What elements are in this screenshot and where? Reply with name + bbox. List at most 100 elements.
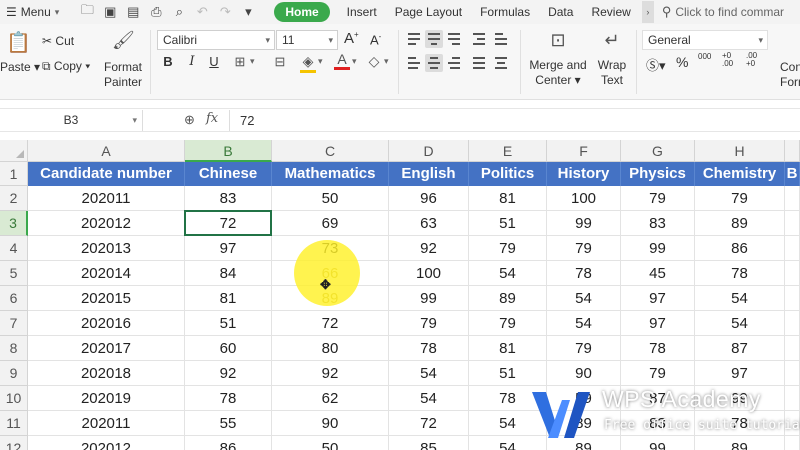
table-cell[interactable]: 90 <box>272 411 389 436</box>
increase-decimal-button[interactable]: +0.00 <box>722 52 733 68</box>
font-color-icon[interactable]: A <box>334 52 350 70</box>
table-cell[interactable]: 96 <box>389 186 469 211</box>
fill-color-icon[interactable]: ◈ <box>300 53 316 73</box>
table-cell[interactable]: 85 <box>389 436 469 450</box>
paste-icon[interactable]: 📋 <box>6 30 31 55</box>
format-painter-icon[interactable]: 🖌 <box>112 30 135 51</box>
borders-icon[interactable]: ⊞ <box>232 54 248 70</box>
table-cell[interactable]: 81 <box>185 286 272 311</box>
header-cell[interactable]: Chinese <box>185 162 272 186</box>
table-cell[interactable] <box>785 186 800 211</box>
header-cell[interactable]: History <box>547 162 621 186</box>
table-cell[interactable]: 202012 <box>28 436 185 450</box>
table-cell[interactable]: 79 <box>621 186 695 211</box>
underline-button[interactable]: U <box>206 54 222 69</box>
table-cell[interactable]: 50 <box>272 186 389 211</box>
table-cell[interactable]: 51 <box>469 211 547 236</box>
indent-left-button[interactable] <box>470 30 488 48</box>
tab-insert[interactable]: Insert <box>338 0 386 24</box>
row-header-11[interactable]: 11 <box>0 411 28 436</box>
table-cell[interactable]: 92 <box>185 361 272 386</box>
table-cell[interactable]: 202018 <box>28 361 185 386</box>
table-cell[interactable]: 202017 <box>28 336 185 361</box>
wrap-text-button[interactable]: Wrap Text <box>596 58 628 88</box>
table-cell[interactable]: 100 <box>547 186 621 211</box>
header-cell[interactable]: Politics <box>469 162 547 186</box>
paste-button[interactable]: Paste ▾ <box>0 60 40 74</box>
indent-right-button[interactable] <box>492 30 510 48</box>
table-cell[interactable]: 62 <box>272 386 389 411</box>
formula-input[interactable]: 72 <box>229 110 800 131</box>
table-cell[interactable]: 202012 <box>28 211 185 236</box>
row-header-12[interactable]: 12 <box>0 436 28 450</box>
table-cell[interactable]: 83 <box>621 211 695 236</box>
table-cell[interactable]: 97 <box>695 361 785 386</box>
align-bottom-button[interactable] <box>445 30 463 48</box>
table-cell[interactable] <box>785 361 800 386</box>
row-header-9[interactable]: 9 <box>0 361 28 386</box>
header-cell[interactable]: B <box>785 162 800 186</box>
distributed-button[interactable] <box>492 54 510 72</box>
column-header-overflow[interactable] <box>785 140 800 162</box>
merge-center-button[interactable]: Merge and Center ▾ <box>528 58 588 88</box>
menu-button[interactable]: ☰ Menu ▾ <box>0 0 65 24</box>
table-cell[interactable]: 202013 <box>28 236 185 261</box>
table-cell[interactable]: 81 <box>469 186 547 211</box>
layout-icon[interactable]: ⊟ <box>272 54 288 70</box>
table-cell[interactable]: 79 <box>469 236 547 261</box>
align-left-button[interactable] <box>405 54 423 72</box>
column-header-f[interactable]: F <box>547 140 621 162</box>
table-cell[interactable]: 50 <box>272 436 389 450</box>
table-cell[interactable]: 78 <box>185 386 272 411</box>
table-cell[interactable]: 54 <box>547 311 621 336</box>
chevron-down-icon[interactable]: ▾ <box>352 56 357 67</box>
eraser-icon[interactable]: ◇ <box>366 53 382 70</box>
table-cell[interactable]: 90 <box>547 361 621 386</box>
table-cell[interactable]: 54 <box>695 311 785 336</box>
table-cell[interactable]: 80 <box>272 336 389 361</box>
table-cell[interactable]: 69 <box>272 211 389 236</box>
table-cell[interactable]: 54 <box>389 386 469 411</box>
table-cell[interactable]: 78 <box>547 261 621 286</box>
table-cell[interactable]: 92 <box>272 361 389 386</box>
table-cell[interactable] <box>785 311 800 336</box>
name-box[interactable]: B3 ▾ <box>0 110 143 131</box>
row-header-1[interactable]: 1 <box>0 162 28 186</box>
table-cell[interactable]: 92 <box>389 236 469 261</box>
chevron-down-icon[interactable]: ▾ <box>250 56 255 67</box>
tab-data[interactable]: Data <box>539 0 582 24</box>
table-cell[interactable]: 100 <box>389 261 469 286</box>
table-cell[interactable]: 202011 <box>28 186 185 211</box>
table-cell[interactable] <box>785 286 800 311</box>
format-painter-button[interactable]: Format Painter <box>104 60 142 90</box>
font-name-select[interactable]: Calibri ▾ <box>157 30 275 50</box>
align-middle-button[interactable] <box>425 30 443 48</box>
table-cell[interactable]: 86 <box>695 236 785 261</box>
table-cell[interactable]: 79 <box>621 361 695 386</box>
table-cell[interactable]: 79 <box>547 336 621 361</box>
thousands-button[interactable]: 000 <box>698 53 711 61</box>
column-header-e[interactable]: E <box>469 140 547 162</box>
wrap-text-icon[interactable]: ↵ <box>600 30 624 51</box>
justify-button[interactable] <box>470 54 488 72</box>
chevron-down-icon[interactable]: ▾ <box>384 56 389 67</box>
table-cell[interactable]: 51 <box>185 311 272 336</box>
customize-chevron-icon[interactable]: ▾ <box>240 4 256 20</box>
table-cell[interactable]: 97 <box>621 311 695 336</box>
table-cell[interactable]: 99 <box>547 211 621 236</box>
header-cell[interactable]: Chemistry <box>695 162 785 186</box>
row-header-7[interactable]: 7 <box>0 311 28 336</box>
table-cell[interactable]: 51 <box>469 361 547 386</box>
cut-button[interactable]: ✂ Cut <box>42 34 74 48</box>
table-cell[interactable]: 89 <box>695 211 785 236</box>
decrease-font-size-button[interactable]: A- <box>370 32 381 47</box>
header-cell[interactable]: English <box>389 162 469 186</box>
table-cell[interactable]: 54 <box>695 286 785 311</box>
align-top-button[interactable] <box>405 30 423 48</box>
table-cell[interactable]: 60 <box>185 336 272 361</box>
column-header-h[interactable]: H <box>695 140 785 162</box>
table-cell[interactable]: 79 <box>389 311 469 336</box>
save-icon[interactable]: ▣ <box>102 4 118 20</box>
currency-button[interactable]: Ⓢ▾ <box>646 55 666 74</box>
table-cell[interactable]: 97 <box>185 236 272 261</box>
